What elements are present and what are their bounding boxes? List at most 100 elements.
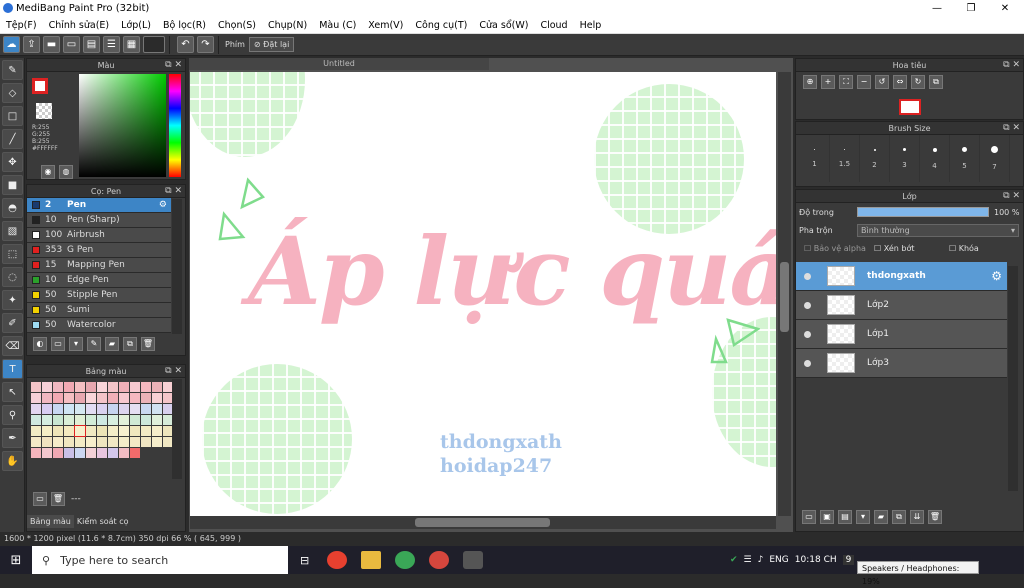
visibility-icon[interactable] (804, 359, 811, 367)
pen-tool-icon[interactable]: ✒ (2, 428, 23, 448)
layer-copy-icon[interactable]: ⧉ (892, 510, 906, 524)
layer-scrollbar[interactable] (1008, 266, 1018, 491)
menu-select[interactable]: Chọn(S) (212, 20, 262, 31)
brush-item[interactable]: 100 Airbrush (27, 228, 171, 243)
rotate-right-icon[interactable]: ↻ (911, 75, 925, 89)
menu-cloud[interactable]: Cloud (534, 20, 573, 31)
visibility-icon[interactable] (804, 301, 811, 309)
chrome-profile-2-icon[interactable] (429, 551, 449, 569)
brush-size-option[interactable]: 7 (980, 135, 1010, 182)
brush-scrollbar[interactable] (172, 199, 182, 334)
palette-swatch[interactable] (64, 404, 74, 414)
palette-swatch[interactable] (130, 437, 140, 447)
palette-swatch[interactable] (42, 404, 52, 414)
palette-swatch[interactable] (53, 415, 63, 425)
new-layer-icon[interactable]: ▭ (802, 510, 816, 524)
palette-swatch[interactable] (108, 415, 118, 425)
palette-swatch[interactable] (86, 415, 96, 425)
brush-size-grid[interactable]: 1 1.5 2 3 4 5 7 (796, 135, 1023, 182)
palette-swatch[interactable] (108, 382, 118, 392)
palette-swatch[interactable] (130, 448, 140, 458)
select-eraser-icon[interactable]: ⌫ (2, 336, 23, 356)
grid-icon[interactable]: ▦ (123, 36, 140, 53)
secondary-color-swatch[interactable] (36, 103, 52, 119)
palette-swatch[interactable] (31, 448, 41, 458)
palette-swatch[interactable] (119, 426, 129, 436)
layer-row[interactable]: Lớp3 (796, 349, 1007, 378)
visibility-icon[interactable] (804, 330, 811, 338)
palette-swatch[interactable] (64, 415, 74, 425)
brush-item[interactable]: 10 Edge Pen (27, 273, 171, 288)
palette-swatch[interactable] (42, 426, 52, 436)
eraser-tool-icon[interactable]: ◇ (2, 83, 23, 103)
menu-layer[interactable]: Lớp(L) (115, 20, 157, 31)
palette-swatch[interactable] (152, 437, 162, 447)
palette-swatch[interactable] (152, 393, 162, 403)
palette-swatch[interactable] (119, 415, 129, 425)
palette-swatch[interactable] (108, 437, 118, 447)
panel-close-icon[interactable]: ⧉ ✕ (165, 185, 182, 198)
palette-swatch[interactable] (108, 448, 118, 458)
reset-view-icon[interactable]: ⧉ (929, 75, 943, 89)
palette-swatch[interactable] (97, 426, 107, 436)
palette-swatch[interactable] (75, 393, 85, 403)
hand-tool-icon[interactable]: ✋ (2, 451, 23, 471)
palette-swatch[interactable] (53, 404, 63, 414)
palette-swatch[interactable] (130, 393, 140, 403)
line-tool-icon[interactable]: ╱ (2, 129, 23, 149)
menu-edit[interactable]: Chỉnh sửa(E) (43, 20, 116, 31)
layer-merge-icon[interactable]: ⇊ (910, 510, 924, 524)
brush-add-icon[interactable]: ◐ (33, 337, 47, 351)
palette-swatch[interactable] (64, 437, 74, 447)
dropper-tool-icon[interactable]: ⚲ (2, 405, 23, 425)
operation-tool-icon[interactable]: ↖ (2, 382, 23, 402)
menu-file[interactable]: Tệp(F) (0, 20, 43, 31)
gear-icon[interactable]: ⚙ (159, 200, 167, 210)
menu-capture[interactable]: Chụp(N) (262, 20, 313, 31)
palette-swatch[interactable] (74, 425, 86, 437)
brush-item[interactable]: 15 Mapping Pen (27, 258, 171, 273)
palette-swatch[interactable] (119, 393, 129, 403)
palette-swatch[interactable] (97, 404, 107, 414)
clipping-checkbox[interactable]: ☐ Xén bớt (874, 244, 949, 253)
palette-swatch[interactable] (152, 404, 162, 414)
palette-swatch[interactable] (53, 426, 63, 436)
palette-delete-icon[interactable]: 🗑 (51, 492, 65, 506)
magic-wand-icon[interactable]: ✦ (2, 290, 23, 310)
fit-window-icon[interactable]: ⛶ (839, 75, 853, 89)
gear-icon[interactable]: ⚙ (991, 269, 1002, 283)
panel-close-icon[interactable]: ⧉ ✕ (1003, 59, 1020, 72)
brush-tool-icon[interactable]: ✎ (2, 60, 23, 80)
palette-new-icon[interactable]: ▭ (33, 492, 47, 506)
menu-view[interactable]: Xem(V) (362, 20, 409, 31)
brush-item[interactable]: 353 G Pen (27, 243, 171, 258)
menu-window[interactable]: Cửa sổ(W) (473, 20, 534, 31)
palette-swatch[interactable] (141, 393, 151, 403)
menu-filter[interactable]: Bộ lọc(R) (157, 20, 212, 31)
panel-close-icon[interactable]: ⧉ ✕ (1003, 122, 1020, 135)
palette-swatch[interactable] (86, 437, 96, 447)
document-tab[interactable]: Untitled (189, 58, 489, 70)
palette-swatch[interactable] (31, 426, 41, 436)
palette-swatch[interactable] (53, 393, 63, 403)
tab-palette[interactable]: Bảng màu (27, 515, 74, 528)
move-tool-icon[interactable]: ✥ (2, 152, 23, 172)
palette-swatch[interactable] (86, 426, 96, 436)
share-icon[interactable]: ⇪ (23, 36, 40, 53)
chrome-icon[interactable] (327, 551, 347, 569)
panel-close-icon[interactable]: ⧉ ✕ (165, 59, 182, 72)
undo-icon[interactable]: ↶ (177, 36, 194, 53)
panel-close-icon[interactable]: ⧉ ✕ (1003, 190, 1020, 203)
palette-swatch[interactable] (75, 437, 85, 447)
brush-edit-icon[interactable]: ✎ (87, 337, 101, 351)
palette-swatch[interactable] (152, 382, 162, 392)
palette-swatch[interactable] (141, 382, 151, 392)
brush-item[interactable]: 50 Watercolor (27, 318, 171, 333)
flip-icon[interactable]: ⇔ (893, 75, 907, 89)
visibility-icon[interactable] (804, 272, 811, 280)
brush-new-icon[interactable]: ▭ (51, 337, 65, 351)
select-rect-icon[interactable]: ⬚ (2, 244, 23, 264)
cloud-icon[interactable]: ☁ (3, 36, 20, 53)
search-box[interactable]: ⚲ Type here to search (32, 546, 288, 574)
fill-rect-tool-icon[interactable]: ■ (2, 175, 23, 195)
